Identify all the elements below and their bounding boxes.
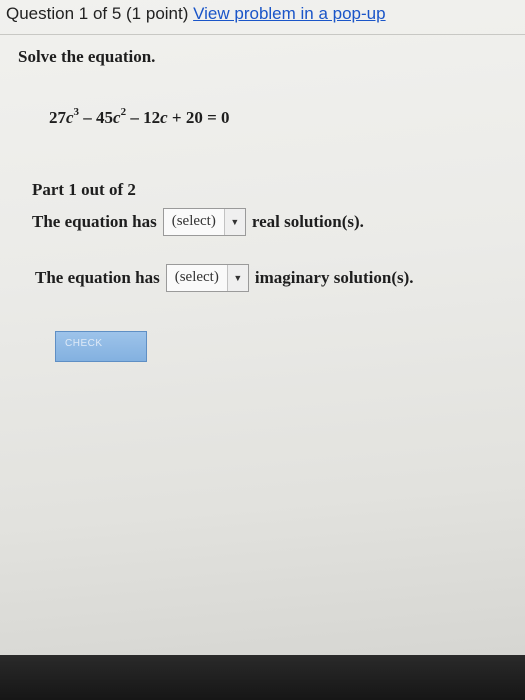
term2-var: c [113,108,121,127]
constant: 20 [185,108,203,127]
part-label: Part 1 out of 2 [32,180,136,199]
term2-coef: 45 [96,108,114,127]
row2-suffix: imaginary solution(s). [254,268,414,287]
triangle-down-icon: ▼ [226,265,248,291]
rhs: = 0 [202,108,230,127]
screen: Question 1 of 5 (1 point) View problem i… [0,0,525,655]
real-solutions-row: The equation has (select) ▼ real solutio… [32,208,364,236]
row2-prefix: The equation has [35,268,160,287]
equation: 27c3 – 45c2 – 12c + 20 = 0 [49,106,230,128]
real-solutions-select[interactable]: (select) ▼ [162,208,246,236]
question-counter: Question 1 of 5 (1 point) [6,4,194,23]
problem-title: Solve the equation. [18,47,156,66]
term3-coef: 12 [143,108,161,127]
triangle-down-icon: ▼ [223,209,245,235]
row1-suffix: real solution(s). [251,212,364,231]
imaginary-solutions-select[interactable]: (select) ▼ [165,264,249,292]
op2: – [126,108,144,127]
term1-coef: 27 [49,108,66,127]
header-divider [0,34,525,35]
popup-link[interactable]: View problem in a pop-up [193,4,385,23]
op1: – [79,108,97,127]
term1-var: c [66,108,74,127]
monitor-bezel [0,655,525,700]
op3: + [167,108,186,127]
real-solutions-select-value: (select) [171,213,216,229]
question-header: Question 1 of 5 (1 point) View problem i… [6,4,386,24]
row1-prefix: The equation has [32,212,157,231]
imaginary-solutions-select-value: (select) [174,269,219,285]
term3-var: c [160,108,168,127]
check-button[interactable]: CHECK [55,331,147,362]
imaginary-solutions-row: The equation has (select) ▼ imaginary so… [35,264,414,292]
